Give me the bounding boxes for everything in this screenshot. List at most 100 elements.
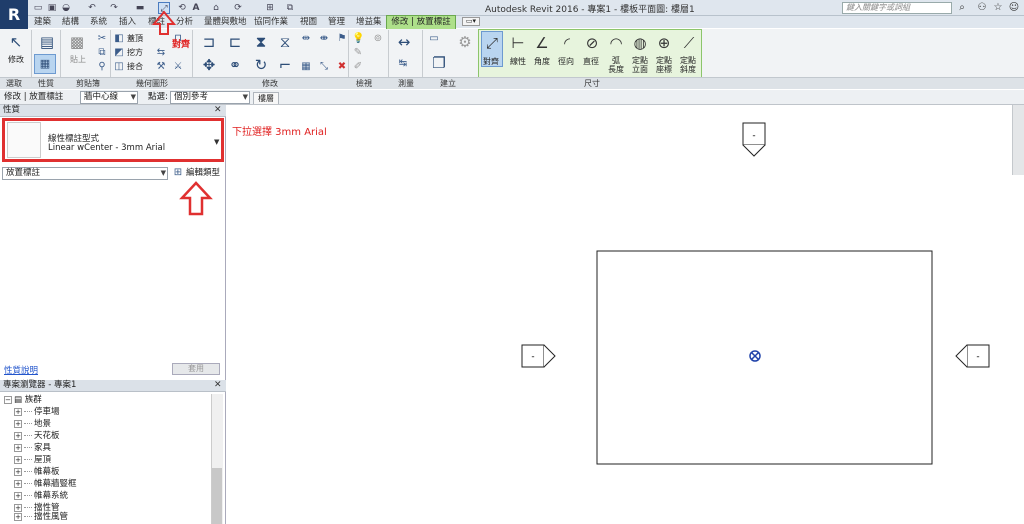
demolish-icon[interactable]: ⚔	[172, 61, 184, 73]
tab-collaborate[interactable]: 協同作業	[254, 16, 288, 28]
browser-scroll-thumb[interactable]	[212, 468, 222, 524]
tab-architecture[interactable]: 建築	[34, 16, 51, 28]
open-icon[interactable]: ▭	[32, 2, 44, 14]
redo-icon[interactable]: ↷	[108, 2, 120, 14]
split-icon[interactable]: ⇹	[300, 33, 312, 45]
3d-view-icon[interactable]: ⌂	[210, 2, 222, 14]
tab-addins[interactable]: 增益集	[356, 16, 382, 28]
mirror-draw-icon[interactable]: ⧖	[272, 31, 298, 53]
chevron-down-icon[interactable]: ▼	[214, 138, 219, 146]
paint-icon[interactable]: ⚒	[155, 61, 167, 73]
tree-item[interactable]: + 停車場	[14, 407, 60, 419]
tree-item[interactable]: + 帷幕系統	[14, 491, 68, 503]
project-base-point-icon[interactable]	[749, 350, 761, 362]
tree-item[interactable]: + 地景	[14, 419, 51, 431]
type-properties-icon[interactable]: ▦	[34, 54, 56, 74]
mirror-axis-icon[interactable]: ⧗	[248, 31, 274, 53]
align-icon[interactable]: ⊐	[196, 31, 222, 53]
tree-item[interactable]: + 帷幕板	[14, 467, 60, 479]
properties-help-link[interactable]: 性質說明	[4, 364, 38, 376]
move-icon[interactable]: ✥	[196, 54, 222, 76]
elevation-marker-east[interactable]: -	[955, 344, 990, 368]
tree-item[interactable]: + 屋頂	[14, 455, 51, 467]
cut-label[interactable]: 挖方	[127, 47, 143, 59]
tree-item[interactable]: + 家具	[14, 443, 51, 455]
expand-icon[interactable]: +	[14, 443, 22, 452]
cut-geometry-icon[interactable]: ◩	[113, 47, 125, 59]
sync-icon[interactable]: ◒	[60, 2, 72, 14]
tree-item[interactable]: + 擋性風管	[14, 512, 68, 524]
tab-modify-place-dimensions[interactable]: 修改 | 放置標註	[386, 15, 456, 29]
edit-type-icon[interactable]: ⊞	[172, 167, 184, 179]
delete-icon[interactable]: ✖	[336, 61, 348, 73]
placement-select[interactable]: 牆中心線 ▼	[80, 91, 138, 104]
rotate-icon[interactable]: ↻	[248, 54, 274, 76]
spot-slope-icon[interactable]: ⟋	[677, 31, 701, 55]
join-icon[interactable]: ◫	[113, 61, 125, 73]
tab-view[interactable]: 視圖	[300, 16, 317, 28]
expand-icon[interactable]: +	[14, 431, 22, 440]
binoculars-icon[interactable]: ⚇	[976, 2, 988, 14]
spot-elevation-label[interactable]: 定點 立面	[632, 56, 648, 74]
wall-rectangle[interactable]	[596, 250, 933, 465]
undo-icon[interactable]: ↶	[86, 2, 98, 14]
linear-dimension-icon[interactable]: ⊢	[506, 31, 530, 55]
tree-item[interactable]: + 帷幕牆豎框	[14, 479, 77, 491]
tab-systems[interactable]: 系統	[90, 16, 107, 28]
create-group-icon[interactable]: ❐	[426, 52, 452, 74]
copy-icon[interactable]: ⧉	[96, 47, 108, 59]
expand-icon[interactable]: +	[14, 479, 22, 488]
copy-element-icon[interactable]: ⚭	[222, 54, 248, 76]
expand-icon[interactable]: +	[14, 503, 22, 512]
paste-icon[interactable]: ▩	[64, 31, 90, 53]
cope-label[interactable]: 蓋頂	[127, 33, 143, 45]
modify-cursor-icon[interactable]: ↖	[3, 31, 29, 53]
join-label[interactable]: 接合	[127, 61, 143, 73]
diameter-dimension-label[interactable]: 直徑	[583, 56, 599, 67]
spot-coordinate-icon[interactable]: ⊕	[652, 31, 676, 55]
tree-root-families[interactable]: − ▤ 族群	[4, 395, 42, 407]
expand-icon[interactable]: +	[14, 512, 22, 521]
expand-icon[interactable]: +	[14, 455, 22, 464]
star-icon[interactable]: ☆	[992, 2, 1004, 14]
radial-dimension-label[interactable]: 徑向	[558, 56, 574, 67]
trim-icon[interactable]: ⌐	[272, 54, 298, 76]
cope-icon[interactable]: ◧	[113, 33, 125, 45]
create-similar-icon[interactable]: ▭	[428, 33, 440, 45]
edit-type-button[interactable]: 編輯類型	[186, 167, 220, 179]
user-icon[interactable]: ☺	[1008, 2, 1020, 14]
ribbon-minimize-button[interactable]: ▭▾	[462, 17, 480, 26]
pin-icon[interactable]: ⚑	[336, 33, 348, 45]
expand-icon[interactable]: +	[14, 491, 22, 500]
instance-filter-select[interactable]: 放置標註 ▼	[2, 167, 168, 180]
apply-button[interactable]: 套用	[172, 363, 220, 375]
expand-icon[interactable]: +	[14, 407, 22, 416]
collapse-icon[interactable]: −	[4, 395, 12, 404]
match-type-icon[interactable]: ⚲	[96, 61, 108, 73]
radial-dimension-icon[interactable]: ◜	[555, 31, 579, 55]
cut-clipboard-icon[interactable]: ✂	[96, 33, 108, 45]
pick-select[interactable]: 個別參考 ▼	[170, 91, 250, 104]
array-icon[interactable]: ▦	[300, 61, 312, 73]
tree-item[interactable]: + 天花板	[14, 431, 60, 443]
measure-between-icon[interactable]: ↔	[391, 31, 417, 53]
hide-element-icon[interactable]: 💡	[352, 33, 364, 45]
properties-icon[interactable]: ▤	[34, 31, 60, 53]
tab-structure[interactable]: 結構	[62, 16, 79, 28]
view-filter-icon[interactable]: ⊚	[372, 33, 384, 45]
elevation-marker-west[interactable]: -	[521, 344, 556, 368]
diameter-dimension-icon[interactable]: ⊘	[580, 31, 604, 55]
arc-length-dimension-icon[interactable]: ◠	[604, 31, 628, 55]
section-icon[interactable]: ⟳	[232, 2, 244, 14]
tab-massing[interactable]: 量體與敷地	[204, 16, 247, 28]
close-icon[interactable]: ✕	[214, 105, 222, 116]
tab-manage[interactable]: 管理	[328, 16, 345, 28]
app-menu-button[interactable]: R	[0, 0, 28, 30]
tab-insert[interactable]: 插入	[119, 16, 136, 28]
split-gap-icon[interactable]: ⇼	[318, 33, 330, 45]
angular-dimension-icon[interactable]: ∠	[530, 31, 554, 55]
text-icon[interactable]: A	[190, 2, 202, 14]
canvas-scrollbar[interactable]	[1012, 105, 1024, 175]
search-icon[interactable]: ⌕	[956, 2, 968, 14]
scale-icon[interactable]: ⤡	[318, 61, 330, 73]
